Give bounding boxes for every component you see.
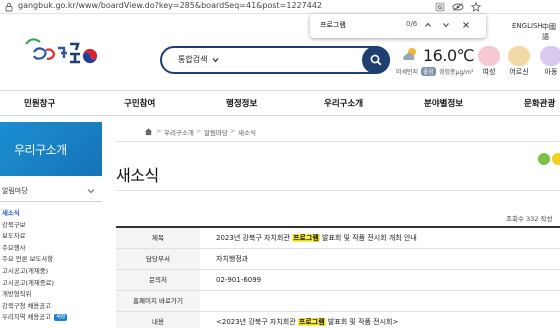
chinese-link[interactable]: 中國語 — [542, 22, 560, 42]
english-link[interactable]: ENGLISH — [512, 22, 543, 30]
row-header: 문의처 — [116, 270, 200, 290]
quick-link-seniors[interactable]: 어르신 — [504, 46, 534, 77]
view-count: 조회수 332 작성 — [506, 215, 553, 223]
dust-value: 경험종μg/m³ — [438, 69, 474, 76]
home-icon[interactable] — [144, 127, 153, 136]
nav-civil-service[interactable]: 민원창구 — [24, 97, 55, 109]
breadcrumb-separator: > — [230, 127, 236, 135]
sidebar-item-label: 우리지역 채용공고 — [2, 313, 52, 322]
find-input[interactable]: 프로그램 — [320, 20, 346, 30]
gangbuk-logo[interactable] — [20, 30, 100, 80]
table-row: 제목 2023년 강북구 자치회관 프로그램 발표회 및 작품 전시회 개최 안… — [116, 228, 560, 249]
senior-icon — [508, 46, 530, 66]
dust-badge: 좋음 — [421, 67, 437, 76]
svg-text:G: G — [438, 5, 442, 11]
row-header: 제목 — [116, 228, 200, 248]
share-band-icon[interactable] — [538, 153, 550, 165]
search-button[interactable] — [362, 46, 390, 74]
table-row: 홈페이지 바로가기 — [116, 291, 560, 312]
sidebar-item-open-position[interactable]: 개방형직위 — [0, 289, 102, 301]
text-segment: 2023년 강북구 자치회관 — [216, 234, 293, 242]
department-value: 자치행정과 — [216, 255, 249, 263]
lock-icon — [5, 3, 13, 12]
dust-label: 미세먼지 — [396, 69, 419, 76]
text-segment: 발표회 및 작품 전시회> — [325, 318, 399, 326]
url-text[interactable]: gangbuk.go.kr/www/boardView.do?key=285&b… — [18, 1, 322, 10]
sidebar-section-label: 알림마당 — [2, 187, 28, 195]
new-window-badge: 새창 — [54, 313, 68, 321]
nav-about[interactable]: 우리구소개 — [324, 97, 363, 109]
breadcrumb-item[interactable]: 알림마당 — [204, 127, 228, 137]
sidebar-item-notice-ended[interactable]: 고시공고(게재종료) — [0, 278, 102, 290]
post-detail-table: 제목 2023년 강북구 자치회관 프로그램 발표회 및 작품 전시회 개최 안… — [116, 226, 560, 328]
sidebar-item-news[interactable]: 새소식 — [0, 208, 102, 220]
divider — [116, 190, 560, 191]
nav-culture-tour[interactable]: 문화관광 — [524, 97, 555, 109]
find-in-page-bar: 프로그램 0/6 — [310, 14, 486, 38]
main-navigation: 민원창구 구민참여 행정정보 우리구소개 분야별정보 문화관광 — [0, 90, 560, 116]
chevron-down-icon — [87, 189, 95, 194]
sidebar-section-toggle[interactable]: 알림마당 — [0, 180, 102, 202]
sidebar-menu: 새소식 강북구보 보도자료 주요행사 주요 언론 보도사항 고시공고(게재중) … — [0, 208, 102, 324]
find-match-count: 0/6 — [406, 20, 418, 28]
nav-participation[interactable]: 구민참여 — [124, 97, 155, 109]
temperature: 16.0℃ — [423, 46, 475, 65]
quick-label: 아동 — [544, 68, 558, 76]
find-previous-icon[interactable] — [422, 19, 434, 31]
search-label[interactable]: 통합검색 — [178, 54, 207, 65]
quick-label: 어르신 — [509, 68, 529, 76]
cloud-sun-icon — [403, 48, 416, 60]
breadcrumb: > 우리구소개 > 알림마당 > 새소식 — [116, 122, 560, 142]
table-row: 문의처 02-901-6099 — [116, 270, 560, 291]
sidebar-item-press[interactable]: 보도자료 — [0, 231, 102, 243]
breadcrumb-item[interactable]: 우리구소개 — [164, 127, 194, 137]
woman-icon — [478, 46, 500, 66]
child-icon — [540, 46, 560, 66]
row-header: 담당부서 — [116, 249, 200, 269]
sidebar-item-gubo[interactable]: 강북구보 — [0, 220, 102, 232]
nav-field-info[interactable]: 분야별정보 — [424, 97, 463, 109]
unified-search-box[interactable]: 통합검색 — [160, 46, 390, 74]
bookmark-star-icon[interactable] — [468, 1, 484, 13]
search-icon — [370, 54, 382, 66]
quick-link-children[interactable]: 아동 — [536, 46, 560, 77]
sidebar-title: 우리구소개 — [14, 143, 67, 157]
row-header: 홈페이지 바로가기 — [116, 291, 200, 311]
share-kakao-icon[interactable] — [552, 153, 560, 165]
sidebar-title-banner: 우리구소개 — [0, 122, 102, 176]
breadcrumb-separator: > — [196, 127, 202, 135]
fine-dust-status: 미세먼지 좋음 경험종μg/m³ — [396, 67, 473, 76]
chevron-down-icon[interactable] — [212, 57, 219, 63]
sidebar-item-events[interactable]: 주요행사 — [0, 243, 102, 255]
breadcrumb-current: 새소식 — [238, 129, 256, 137]
page-title: 새소식 — [116, 166, 159, 185]
row-header: 내용 — [116, 312, 200, 328]
breadcrumb-separator: > — [156, 127, 162, 135]
find-next-icon[interactable] — [440, 19, 452, 31]
sidebar-item-notice-active[interactable]: 고시공고(게재중) — [0, 266, 102, 278]
quick-label: 여성 — [482, 68, 496, 76]
nav-admin-info[interactable]: 행정정보 — [226, 97, 257, 109]
text-segment: 발표회 및 작품 전시회 개최 안내 — [319, 234, 417, 242]
table-row: 내용 <2023년 강북구 자치회관 프로그램 발표회 및 작품 전시회> — [116, 312, 560, 328]
sidebar-item-local-jobs[interactable]: 우리지역 채용공고 새창 — [0, 312, 102, 324]
sidebar-item-media[interactable]: 주요 언론 보도사항 — [0, 254, 102, 266]
find-highlight: 프로그램 — [292, 234, 320, 242]
find-close-icon[interactable] — [460, 19, 472, 31]
find-highlight: 프로그램 — [297, 318, 326, 326]
table-row: 담당부서 자치행정과 — [116, 249, 560, 270]
eye-off-icon[interactable] — [450, 1, 466, 13]
sidebar-item-office-jobs[interactable]: 강북구청 채용공고 — [0, 301, 102, 313]
quick-link-women[interactable]: 여성 — [474, 46, 504, 77]
browser-address-bar[interactable]: gangbuk.go.kr/www/boardView.do?key=285&b… — [0, 0, 560, 14]
contact-value: 02-901-6099 — [216, 276, 262, 284]
post-title-value: 2023년 강북구 자치회관 프로그램 발표회 및 작품 전시회 개최 안내 — [216, 228, 417, 248]
translate-icon[interactable]: G — [432, 1, 448, 13]
text-segment: <2023년 강북구 자치회관 — [216, 318, 298, 326]
post-content-value: <2023년 강북구 자치회관 프로그램 발표회 및 작품 전시회> — [216, 312, 398, 328]
